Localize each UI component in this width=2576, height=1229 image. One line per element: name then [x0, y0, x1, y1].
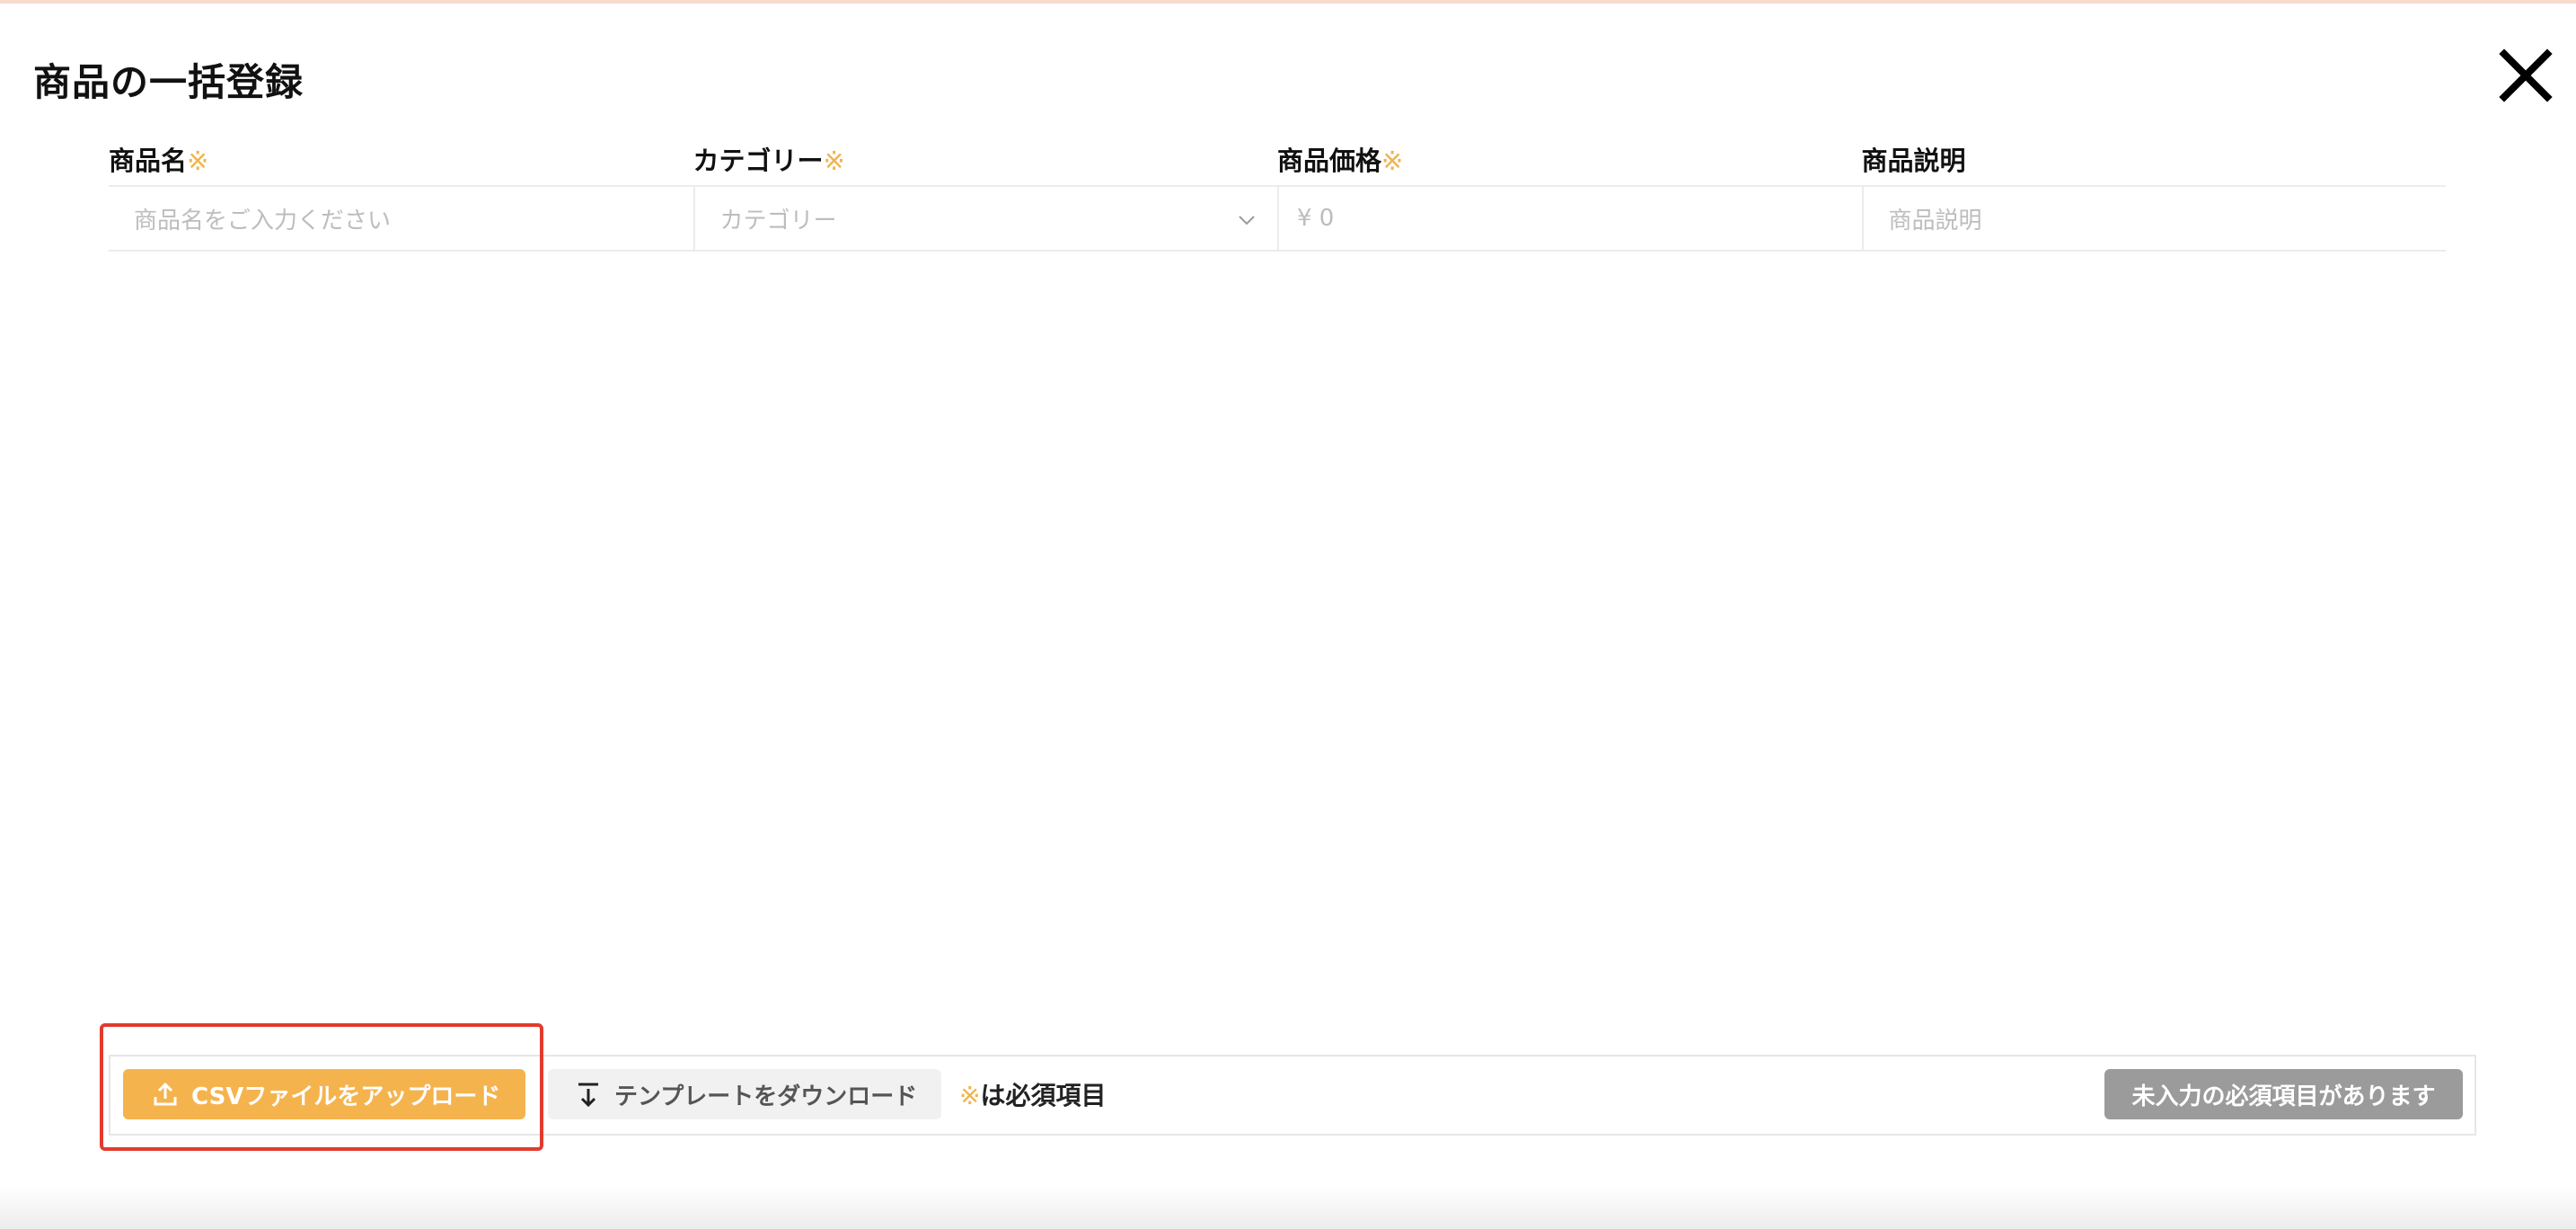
submit-button-disabled: 未入力の必須項目があります: [2104, 1069, 2463, 1119]
category-select[interactable]: カテゴリー: [693, 187, 1278, 250]
required-note: ※は必須項目: [959, 1081, 1107, 1110]
download-template-button[interactable]: テンプレートをダウンロード: [548, 1069, 941, 1119]
header-category: カテゴリー※: [693, 146, 845, 176]
price-input[interactable]: ¥ 0: [1277, 187, 1862, 250]
header-description: 商品説明: [1861, 146, 1966, 176]
upload-icon: [154, 1082, 177, 1106]
chevron-down-icon: [1239, 216, 1255, 225]
required-mark: ※: [1381, 146, 1404, 176]
download-icon: [578, 1083, 598, 1108]
product-entry-table: 商品名※ カテゴリー※ 商品価格※ 商品説明 商品名をご入力ください カテゴリー…: [109, 135, 2446, 252]
product-name-input[interactable]: 商品名をご入力ください: [109, 187, 693, 250]
header-product-name: 商品名※: [109, 146, 209, 176]
bottom-shadow: [0, 1186, 2576, 1229]
required-mark: ※: [187, 146, 209, 176]
table-row: 商品名をご入力ください カテゴリー ¥ 0 商品説明: [109, 185, 2446, 252]
table-header-row: 商品名※ カテゴリー※ 商品価格※ 商品説明: [109, 135, 2446, 185]
close-button[interactable]: [2497, 47, 2554, 104]
header-price: 商品価格※: [1277, 146, 1404, 176]
required-mark: ※: [823, 146, 845, 176]
description-input[interactable]: 商品説明: [1861, 187, 2447, 250]
upload-csv-button[interactable]: CSVファイルをアップロード: [123, 1069, 525, 1119]
modal-title: 商品の一括登録: [33, 60, 304, 104]
modal-top-border: [0, 0, 2576, 4]
close-icon: [2499, 49, 2553, 102]
